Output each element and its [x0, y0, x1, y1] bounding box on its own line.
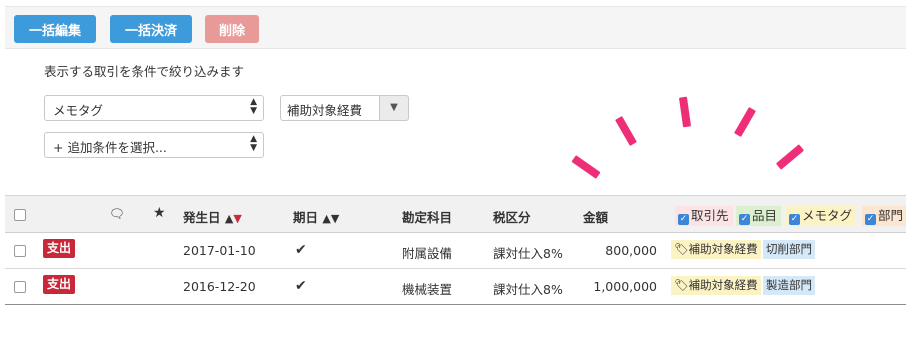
sort-asc-icon[interactable]: ▲ [322, 212, 330, 225]
add-condition-label: + 追加条件を選択... [53, 140, 167, 155]
highlight-ray [615, 116, 637, 146]
account: 附属設備 [402, 246, 453, 261]
star-icon[interactable]: ★ [153, 205, 166, 221]
column-account[interactable]: 勘定科目 [402, 207, 452, 226]
toggle-dept[interactable]: ✓ 部門 [862, 206, 906, 226]
checkbox-checked-icon: ✓ [739, 214, 750, 225]
comment-icon[interactable]: 🗨 [109, 206, 125, 222]
table-row[interactable]: 支出 2017-01-10 ✔ 附属設備 課対仕入8% 800,000 🏷補助対… [5, 233, 906, 269]
checkbox-checked-icon: ✓ [789, 214, 800, 225]
chevron-down-icon: ▼ [390, 102, 398, 113]
tax-category: 課対仕入8% [493, 282, 563, 297]
due-date-label: 期日 [293, 210, 319, 225]
dept-tag[interactable]: 製造部門 [763, 276, 815, 295]
status-badge: 支出 [43, 275, 76, 294]
select-all-checkbox[interactable] [14, 209, 26, 221]
toggle-partner-label: 取引先 [691, 208, 729, 223]
memo-tag-label: 補助対象経費 [688, 278, 758, 292]
issue-date-label: 発生日 [183, 210, 221, 225]
toggle-partner[interactable]: ✓ 取引先 [675, 206, 733, 226]
status-badge: 支出 [43, 239, 76, 258]
amount: 1,000,000 [593, 279, 657, 294]
highlight-ray [775, 144, 805, 170]
bulk-edit-button[interactable]: 一括編集 [14, 15, 96, 43]
select-arrows-icon: ▲ ▼ [250, 97, 257, 116]
add-condition-select[interactable]: + 追加条件を選択... ▲ ▼ [44, 132, 264, 158]
sort-desc-icon[interactable]: ▼ [331, 212, 339, 225]
issue-date: 2017-01-10 [183, 243, 256, 258]
toggle-dept-label: 部門 [878, 208, 904, 223]
highlight-ray [571, 155, 601, 179]
filter-tag-text: 補助対象経費 [287, 103, 363, 118]
checkbox-checked-icon: ✓ [678, 214, 689, 225]
column-due-date[interactable]: 期日 ▲▼ [293, 207, 339, 226]
filter-description: 表示する取引を条件で絞り込みます [44, 64, 245, 79]
amount: 800,000 [605, 243, 657, 258]
check-icon: ✔ [295, 242, 307, 258]
column-amount[interactable]: 金額 [583, 207, 608, 226]
column-issue-date[interactable]: 発生日 ▲▼ [183, 207, 242, 226]
dept-tag[interactable]: 切削部門 [763, 240, 815, 259]
highlight-ray [678, 96, 692, 128]
memo-tag[interactable]: 🏷補助対象経費 [671, 240, 761, 259]
bulk-settle-button[interactable]: 一括決済 [110, 15, 192, 43]
toggle-memo-tag-label: メモタグ [802, 208, 853, 223]
column-tax[interactable]: 税区分 [493, 207, 531, 226]
tag-dropdown-button[interactable]: ▼ [379, 95, 409, 121]
issue-date: 2016-12-20 [183, 279, 256, 294]
select-arrows-icon: ▲ ▼ [250, 134, 257, 153]
row-checkbox[interactable] [14, 281, 26, 293]
highlight-ray [734, 107, 756, 137]
toggle-item-label: 品目 [752, 208, 778, 223]
filter-field-select[interactable]: メモタグ ▲ ▼ [44, 95, 264, 121]
filter-tag-value[interactable]: 補助対象経費 [280, 95, 380, 121]
account: 機械装置 [402, 282, 453, 297]
table-row[interactable]: 支出 2016-12-20 ✔ 機械装置 課対仕入8% 1,000,000 🏷補… [5, 269, 906, 305]
tax-category: 課対仕入8% [493, 246, 563, 261]
check-icon: ✔ [295, 278, 307, 294]
filter-field-value: メモタグ [53, 103, 104, 118]
row-checkbox[interactable] [14, 245, 26, 257]
bulk-action-toolbar: 一括編集 一括決済 削除 [5, 6, 906, 49]
toggle-item[interactable]: ✓ 品目 [736, 206, 782, 226]
toggle-memo-tag[interactable]: ✓ メモタグ [786, 206, 857, 226]
memo-tag-label: 補助対象経費 [688, 242, 758, 256]
tag-icon: 🏷 [674, 278, 689, 292]
sort-desc-icon[interactable]: ▼ [233, 212, 241, 225]
delete-button[interactable]: 削除 [205, 15, 259, 43]
table-header: 🗨 ★ 発生日 ▲▼ 期日 ▲▼ 勘定科目 税区分 金額 ✓ 取引先 ✓ 品目 ✓ メ… [5, 195, 906, 233]
memo-tag[interactable]: 🏷補助対象経費 [671, 276, 761, 295]
tag-icon: 🏷 [674, 242, 689, 256]
checkbox-checked-icon: ✓ [865, 214, 876, 225]
